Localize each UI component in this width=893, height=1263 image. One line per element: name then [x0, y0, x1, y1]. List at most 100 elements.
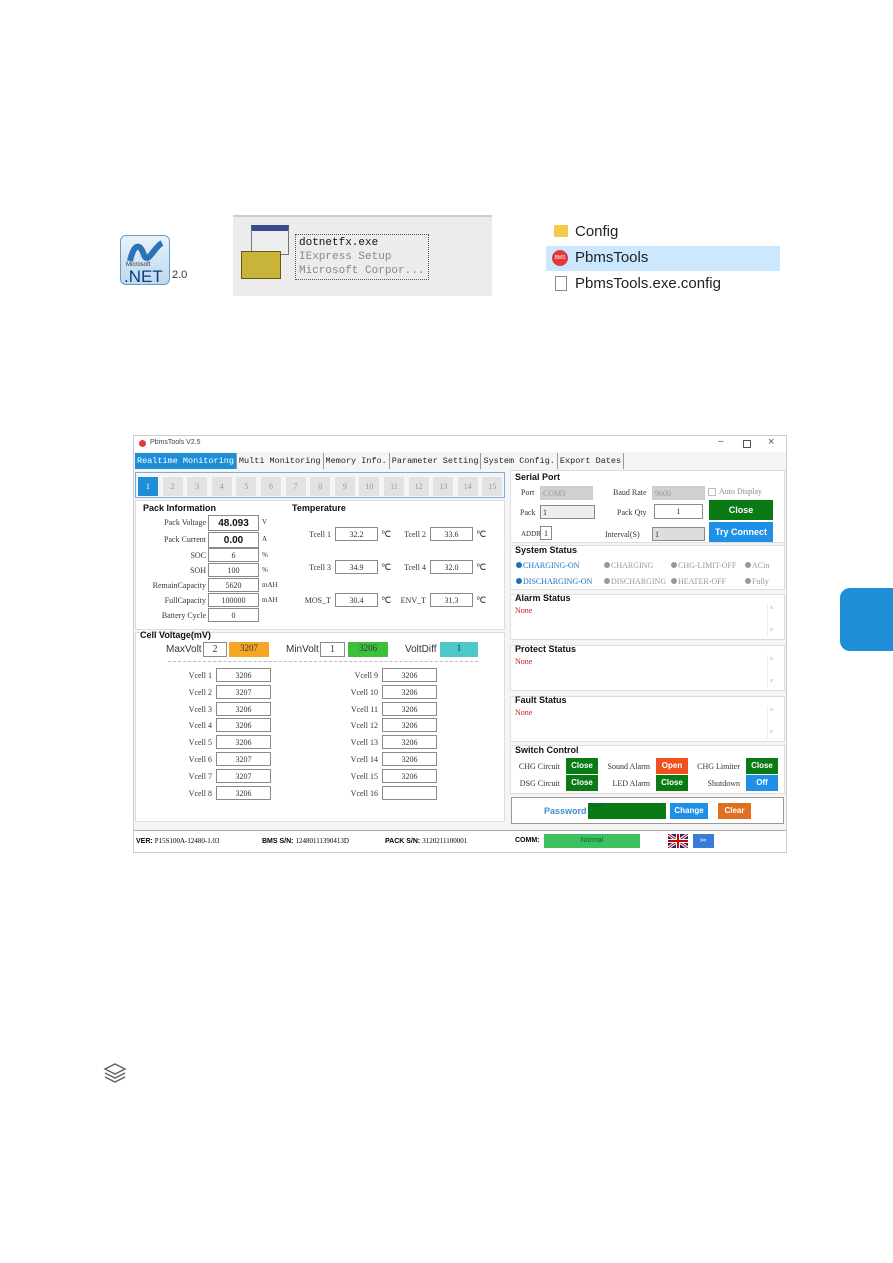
status-indicator-icon: [671, 578, 677, 584]
cell-value: 3207: [216, 752, 271, 766]
cell-value: 3207: [216, 768, 271, 783]
pack-info-value: 0: [208, 608, 259, 622]
baud-select[interactable]: 9600: [652, 486, 705, 500]
tab-multi-monitoring[interactable]: Multi Monitoring: [237, 453, 324, 469]
file-icon: [555, 276, 567, 291]
switch-sound-alarm-button[interactable]: Open: [656, 758, 688, 774]
cell-label: Vcell 8: [188, 788, 212, 798]
file-list: Config BMS PbmsTools PbmsTools.exe.confi…: [546, 221, 780, 296]
uk-flag-icon[interactable]: [668, 834, 688, 848]
switch-dsg-circuit-button[interactable]: Close: [566, 775, 598, 791]
pack-button-10[interactable]: 10: [359, 477, 380, 496]
cell-label: Vcell 10: [350, 687, 378, 697]
pack-button-8[interactable]: 8: [310, 477, 331, 496]
pack-button-7[interactable]: 7: [285, 477, 306, 496]
port-select[interactable]: COM3: [540, 486, 593, 500]
ver-label: VER:: [136, 838, 153, 845]
unit-label: %: [262, 551, 268, 559]
change-password-button[interactable]: Change: [670, 803, 708, 819]
pack-info-title: Pack Information: [143, 503, 217, 513]
pack-button-13[interactable]: 13: [433, 477, 454, 496]
tab-system-config-[interactable]: System Config.: [481, 453, 558, 469]
tab-parameter-setting[interactable]: Parameter Setting: [390, 453, 482, 469]
unit-label: %: [262, 566, 268, 574]
tab-export-dates[interactable]: Export Dates: [558, 453, 625, 469]
auto-display-checkbox[interactable]: [708, 488, 716, 496]
pack-sn-value: 3120211100001: [422, 837, 468, 845]
pack-button-5[interactable]: 5: [236, 477, 257, 496]
minimize-button[interactable]: –: [718, 436, 724, 447]
close-port-button[interactable]: Close: [709, 500, 773, 520]
folder-icon: [554, 225, 568, 237]
system-status-title: System Status: [515, 545, 578, 555]
cell-value: [382, 785, 437, 800]
pack-button-1[interactable]: 1: [138, 477, 158, 496]
alarm-status-title: Alarm Status: [515, 593, 571, 603]
status-discharging-on: DISCHARGING-ON: [516, 577, 592, 586]
cell-value: 3206: [216, 701, 271, 716]
status-label: Fully: [752, 577, 769, 586]
dotnet-logo: Microsoft .NET: [120, 235, 170, 286]
close-window-button[interactable]: ×: [768, 436, 774, 448]
pack-button-3[interactable]: 3: [187, 477, 208, 496]
fault-scrollbar[interactable]: ˄ ˅: [767, 706, 775, 739]
protect-status-title: Protect Status: [515, 644, 577, 654]
addr-input[interactable]: 1: [540, 526, 552, 540]
pack-button-9[interactable]: 9: [334, 477, 355, 496]
switch-chg-limiter-button[interactable]: Close: [746, 758, 778, 774]
window-title: PbmsTools V2.5: [150, 439, 201, 446]
celsius-unit: ℃: [381, 562, 392, 572]
pack-info-label: RemainCapacity: [152, 581, 206, 590]
status-indicator-icon: [745, 578, 751, 584]
fault-status-value: None: [515, 708, 533, 717]
maximize-button[interactable]: [743, 440, 751, 448]
cell-value: 3206: [216, 735, 271, 750]
file-item-config-file[interactable]: PbmsTools.exe.config: [546, 271, 780, 296]
pack-button-2[interactable]: 2: [162, 477, 183, 496]
pack-button-12[interactable]: 12: [408, 477, 429, 496]
switch-chg-circuit-button[interactable]: Close: [566, 758, 598, 774]
pack-qty-input[interactable]: 1: [654, 504, 703, 519]
port-label: Port: [521, 488, 535, 497]
max-volt-label: MaxVolt: [166, 644, 202, 655]
cell-label: Vcell 12: [350, 721, 378, 731]
pack-select[interactable]: 1: [540, 505, 595, 519]
protect-scrollbar[interactable]: ˄ ˅: [767, 655, 775, 688]
min-volt-value: 3206: [348, 642, 388, 657]
switch-led-alarm-button[interactable]: Close: [656, 775, 688, 791]
interval-label: Interval(S): [605, 530, 640, 539]
chapter-tab: [840, 588, 893, 651]
file-item-pbmstools[interactable]: BMS PbmsTools: [546, 246, 780, 271]
cell-label: Vcell 7: [188, 771, 212, 781]
pack-button-6[interactable]: 6: [261, 477, 281, 496]
tab-memory-info-[interactable]: Memory Info.: [324, 453, 390, 469]
password-input[interactable]: ••••••: [588, 803, 666, 819]
pack-button-11[interactable]: 11: [384, 477, 404, 496]
pack-sn: PACK S/N: 3120211100001: [385, 837, 467, 845]
tab-realtime-monitoring[interactable]: Realtime Monitoring: [135, 453, 237, 469]
cell-value: 3206: [382, 668, 437, 682]
pack-button-14[interactable]: 14: [457, 477, 478, 496]
interval-select[interactable]: 1: [652, 527, 705, 541]
alarm-scrollbar[interactable]: ˄ ˅: [767, 604, 775, 637]
switch-label: Sound Alarm: [607, 762, 650, 771]
celsius-unit: ℃: [381, 529, 392, 539]
alarm-status-value: None: [515, 606, 533, 615]
temp-value: 32.2: [335, 527, 378, 541]
pack-sn-label: PACK S/N:: [385, 838, 421, 845]
unit-label: mAH: [262, 596, 278, 604]
fault-status-title: Fault Status: [515, 695, 567, 705]
pack-button-4[interactable]: 4: [211, 477, 232, 496]
installer-preview: dotnetfx.exe IExpress Setup Microsoft Co…: [233, 215, 492, 296]
file-item-config[interactable]: Config: [546, 221, 780, 246]
status-heater-off: HEATER-OFF: [671, 577, 726, 586]
switch-shutdown-button[interactable]: Off: [746, 775, 778, 791]
try-connect-button[interactable]: Try Connect: [709, 522, 773, 542]
clear-password-button[interactable]: Clear: [718, 803, 751, 819]
cell-value: 3206: [382, 718, 437, 733]
pack-button-15[interactable]: 15: [482, 477, 503, 496]
unit-label: A: [262, 535, 268, 543]
chinese-language-icon[interactable]: ✂: [693, 834, 714, 848]
cell-label: Vcell 13: [350, 738, 378, 748]
switch-label: CHG Limiter: [697, 762, 740, 771]
